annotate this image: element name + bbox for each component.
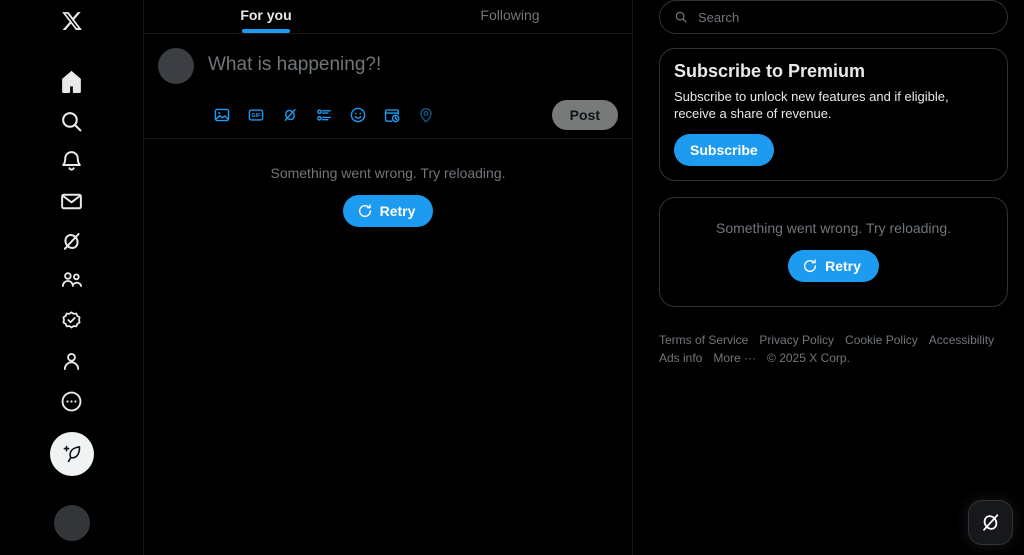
post-button[interactable]: Post (551, 100, 618, 130)
subscribe-button[interactable]: Subscribe (674, 134, 774, 166)
footer-link-accessibility[interactable]: Accessibility (929, 333, 994, 347)
footer-link-more[interactable]: More ··· (713, 351, 756, 365)
composer-top-row: What is happening?! (158, 38, 618, 84)
communities-icon (61, 272, 82, 287)
gif-button[interactable]: GIF (242, 101, 270, 129)
verified-badge-icon (62, 310, 81, 328)
sidebar-item-home[interactable] (51, 60, 93, 102)
feed-tabbar: For you Following (144, 0, 632, 34)
poll-button[interactable] (310, 101, 338, 129)
gif-icon: GIF (248, 109, 264, 121)
compose-post-icon (63, 445, 80, 463)
post-composer: What is happening?! GIF Post (144, 34, 632, 139)
sidebar-item-premium[interactable] (51, 300, 93, 342)
refresh-icon (804, 259, 817, 272)
composer-toolbar: GIF Post (158, 100, 618, 130)
footer-links: Terms of Service Privacy Policy Cookie P… (659, 333, 1008, 365)
feed-retry-button[interactable]: Retry (342, 195, 434, 227)
media-image-icon (214, 108, 230, 122)
sidebar-item-communities[interactable] (51, 260, 93, 302)
x-app-root: For you Following What is happening?! GI… (0, 0, 1024, 555)
footer-link-privacy[interactable]: Privacy Policy (759, 333, 834, 347)
account-avatar[interactable] (53, 505, 90, 541)
feed-error-state: Something went wrong. Try reloading. Ret… (144, 139, 632, 227)
right-retry-button[interactable]: Retry (788, 250, 879, 282)
feed-error-message: Something went wrong. Try reloading. (270, 165, 506, 181)
composer-avatar[interactable] (158, 48, 194, 84)
location-button[interactable] (412, 101, 440, 129)
grok-image-icon (284, 109, 296, 121)
footer-link-terms[interactable]: Terms of Service (659, 333, 748, 347)
sidebar-item-grok[interactable] (51, 220, 93, 262)
grok-image-button[interactable] (276, 101, 304, 129)
poll-icon (317, 109, 332, 121)
feed-retry-label: Retry (379, 203, 416, 219)
home-icon (62, 70, 81, 93)
grok-icon (983, 514, 999, 531)
sidebar-item-profile[interactable] (51, 340, 93, 382)
left-sidebar (0, 0, 144, 555)
refresh-icon (358, 204, 371, 217)
footer-link-cookie[interactable]: Cookie Policy (845, 333, 918, 347)
search-input[interactable]: Search (659, 0, 1008, 34)
grok-floating-button[interactable] (968, 500, 1013, 545)
composer-tool-icons: GIF (208, 101, 440, 129)
sidebar-item-messages[interactable] (51, 180, 93, 222)
location-icon (420, 108, 432, 123)
more-circle-icon (61, 391, 82, 411)
sidebar-item-explore[interactable] (51, 100, 93, 142)
compose-post-button[interactable] (49, 432, 94, 476)
right-sidebar: Search Subscribe to Premium Subscribe to… (633, 0, 1024, 555)
schedule-icon (384, 109, 400, 123)
right-error-message: Something went wrong. Try reloading. (715, 220, 951, 236)
tab-for-you-label: For you (240, 7, 292, 23)
tab-following[interactable]: Following (388, 0, 632, 33)
search-container: Search (659, 0, 1008, 34)
svg-text:GIF: GIF (252, 113, 262, 119)
footer-copyright: © 2025 X Corp. (767, 351, 850, 365)
x-logo[interactable] (51, 0, 93, 42)
sidebar-item-more[interactable] (51, 380, 93, 422)
premium-card-title: Subscribe to Premium (674, 61, 866, 81)
tab-following-label: Following (480, 7, 540, 23)
envelope-icon (61, 193, 82, 209)
emoji-button[interactable] (344, 101, 372, 129)
sidebar-item-notifications[interactable] (51, 140, 93, 182)
emoji-icon (350, 107, 366, 123)
right-retry-label: Retry (825, 258, 861, 274)
right-error-card: Something went wrong. Try reloading. Ret… (659, 197, 1008, 307)
bell-icon (62, 150, 81, 171)
composer-input[interactable]: What is happening?! (208, 48, 381, 76)
search-icon (675, 11, 687, 23)
search-placeholder: Search (698, 9, 740, 25)
premium-card-body: Subscribe to unlock new features and if … (674, 89, 949, 121)
grok-icon (63, 232, 80, 250)
tab-active-underline (242, 29, 290, 33)
media-image-button[interactable] (208, 101, 236, 129)
search-icon (62, 111, 82, 131)
premium-card: Subscribe to Premium Subscribe to unlock… (659, 48, 1008, 181)
footer-link-ads-info[interactable]: Ads info (659, 351, 702, 365)
tab-for-you[interactable]: For you (144, 0, 388, 33)
main-feed-column: For you Following What is happening?! GI… (144, 0, 633, 555)
schedule-button[interactable] (378, 101, 406, 129)
person-icon (63, 352, 80, 370)
x-logo-icon (61, 12, 82, 30)
